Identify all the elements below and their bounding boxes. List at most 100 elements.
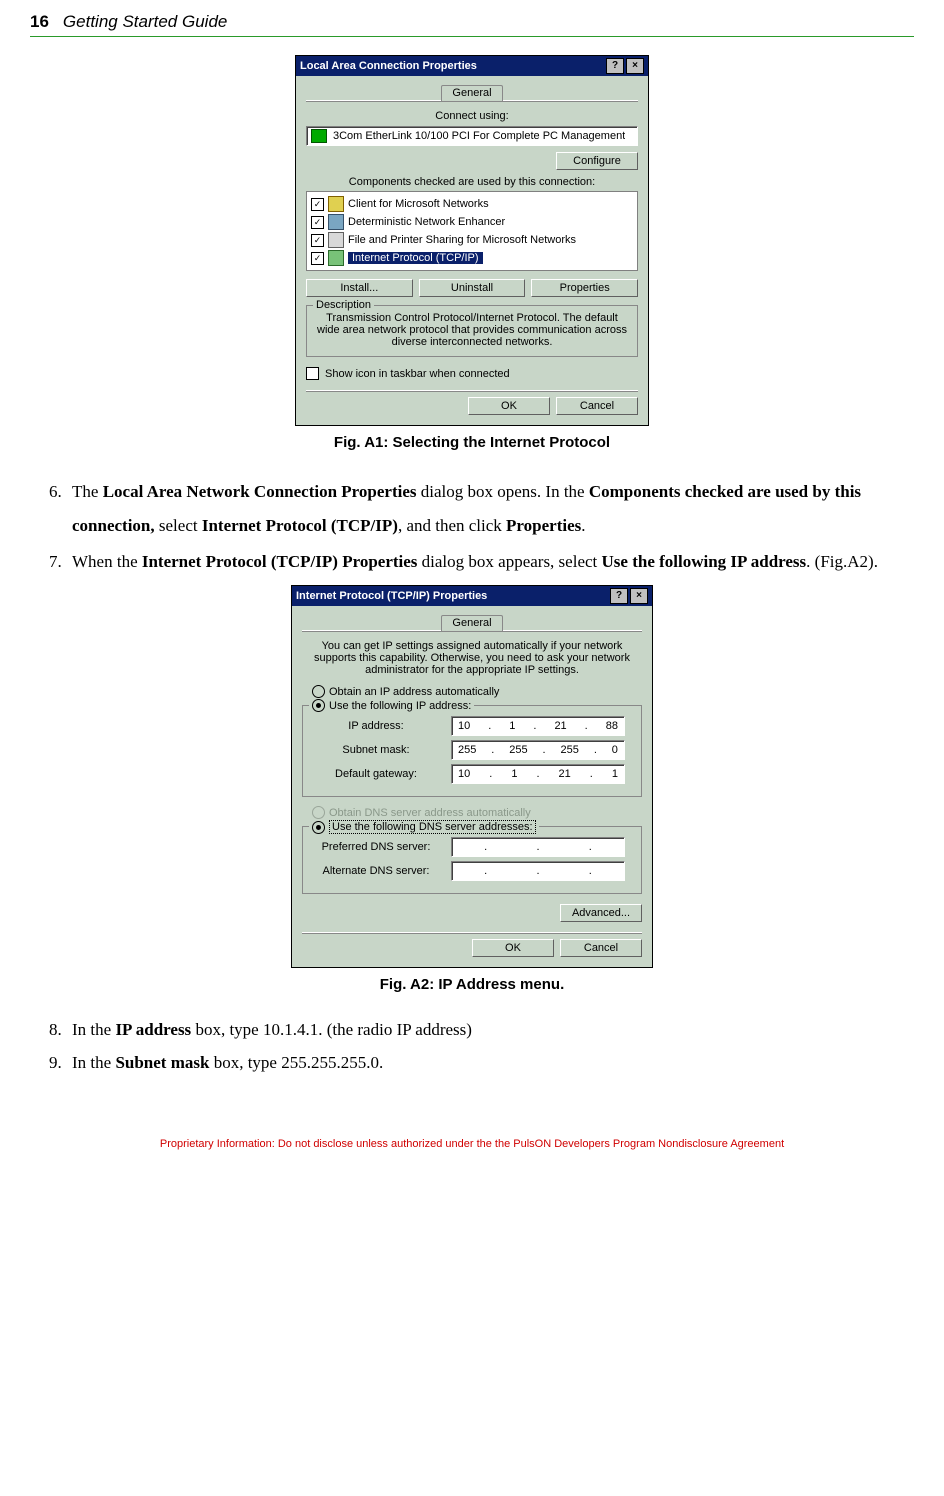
figure-a2-caption: Fig. A2: IP Address menu. (30, 976, 914, 993)
text: In the (72, 1053, 115, 1072)
text: box, type 255.255.255.0. (209, 1053, 383, 1072)
header-rule (30, 36, 914, 37)
description-fieldset: Description Transmission Control Protoco… (306, 305, 638, 357)
text: dialog box opens. In the (417, 482, 589, 501)
install-button[interactable]: Install... (306, 279, 413, 297)
list-item-label: File and Printer Sharing for Microsoft N… (348, 234, 576, 246)
step-8: In the IP address box, type 10.1.4.1. (t… (66, 1015, 914, 1046)
figure-a1-caption: Fig. A1: Selecting the Internet Protocol (30, 434, 914, 451)
help-button[interactable]: ? (606, 58, 624, 74)
close-button[interactable]: × (630, 588, 648, 604)
footer-proprietary-notice: Proprietary Information: Do not disclose… (30, 1138, 914, 1150)
tcpip-icon (328, 250, 344, 266)
text-bold: Properties (506, 516, 581, 535)
components-label: Components checked are used by this conn… (306, 176, 638, 188)
instruction-list: In the IP address box, type 10.1.4.1. (t… (30, 1015, 914, 1078)
text: When the (72, 552, 142, 571)
ip-address-label: IP address: (311, 720, 441, 732)
preferred-dns-label: Preferred DNS server: (311, 841, 441, 853)
alternate-dns-label: Alternate DNS server: (311, 865, 441, 877)
page-header: 16 Getting Started Guide (30, 12, 914, 32)
ok-button[interactable]: OK (468, 397, 550, 415)
dialog-title: Internet Protocol (TCP/IP) Properties (296, 590, 487, 602)
figure-a2-container: Internet Protocol (TCP/IP) Properties ? … (30, 585, 914, 993)
radio-obtain-auto[interactable] (312, 685, 325, 698)
text: dialog box appears, select (417, 552, 601, 571)
checkbox-icon[interactable]: ✓ (311, 234, 324, 247)
tcpip-properties-dialog: Internet Protocol (TCP/IP) Properties ? … (291, 585, 653, 968)
checkbox-icon[interactable]: ✓ (311, 216, 324, 229)
advanced-button[interactable]: Advanced... (560, 904, 642, 922)
text-bold: Internet Protocol (TCP/IP) (202, 516, 398, 535)
checkbox-icon[interactable]: ✓ (311, 198, 324, 211)
radio-obtain-dns-auto (312, 806, 325, 819)
page: 16 Getting Started Guide Local Area Conn… (0, 0, 944, 1190)
alternate-dns-input[interactable]: . . . (451, 861, 625, 881)
network-client-icon (328, 196, 344, 212)
octet: 255 (509, 744, 527, 756)
step-9: In the Subnet mask box, type 255.255.255… (66, 1048, 914, 1079)
dialog-titlebar: Local Area Connection Properties ? × (296, 56, 648, 76)
octet: 255 (458, 744, 476, 756)
help-button[interactable]: ? (610, 588, 628, 604)
list-item[interactable]: ✓ Internet Protocol (TCP/IP) (311, 249, 633, 267)
nic-name: 3Com EtherLink 10/100 PCI For Complete P… (333, 130, 625, 142)
text: . (581, 516, 585, 535)
preferred-dns-input[interactable]: . . . (451, 837, 625, 857)
dialog-titlebar: Internet Protocol (TCP/IP) Properties ? … (292, 586, 652, 606)
cancel-button[interactable]: Cancel (556, 397, 638, 415)
step-6: The Local Area Network Connection Proper… (66, 475, 914, 543)
lan-properties-dialog: Local Area Connection Properties ? × Gen… (295, 55, 649, 426)
list-item[interactable]: ✓ Deterministic Network Enhancer (311, 213, 633, 231)
radio-label: Use the following IP address: (329, 700, 471, 712)
properties-button[interactable]: Properties (531, 279, 638, 297)
radio-label: Obtain DNS server address automatically (329, 807, 531, 819)
default-gateway-input[interactable]: 10. 1. 21. 1 (451, 764, 625, 784)
connect-using-label: Connect using: (306, 110, 638, 122)
radio-use-following-dns[interactable] (312, 821, 325, 834)
show-icon-checkbox[interactable] (306, 367, 319, 380)
octet: 1 (612, 768, 618, 780)
radio-label: Obtain an IP address automatically (329, 686, 499, 698)
text: box, type 10.1.4.1. (the radio IP addres… (191, 1020, 472, 1039)
ok-button[interactable]: OK (472, 939, 554, 957)
octet: 10 (458, 768, 470, 780)
configure-button[interactable]: Configure (556, 152, 638, 170)
ip-address-input[interactable]: 10. 1. 21. 88 (451, 716, 625, 736)
radio-label: Use the following DNS server addresses: (329, 820, 536, 834)
tab-general[interactable]: General (441, 85, 502, 101)
dialog-title: Local Area Connection Properties (300, 60, 477, 72)
text: . (Fig.A2). (806, 552, 878, 571)
radio-use-following-ip[interactable] (312, 699, 325, 712)
octet: 21 (559, 768, 571, 780)
subnet-mask-input[interactable]: 255. 255. 255. 0 (451, 740, 625, 760)
list-item[interactable]: ✓ File and Printer Sharing for Microsoft… (311, 231, 633, 249)
list-item-label: Internet Protocol (TCP/IP) (348, 252, 483, 264)
checkbox-icon[interactable]: ✓ (311, 252, 324, 265)
step-7: When the Internet Protocol (TCP/IP) Prop… (66, 545, 914, 579)
octet: 10 (458, 720, 470, 732)
text-bold: Subnet mask (115, 1053, 209, 1072)
octet: 0 (612, 744, 618, 756)
description-text: Transmission Control Protocol/Internet P… (315, 312, 629, 348)
components-listbox[interactable]: ✓ Client for Microsoft Networks ✓ Determ… (306, 191, 638, 271)
text-bold: IP address (115, 1020, 191, 1039)
text-bold: Internet Protocol (TCP/IP) Properties (142, 552, 418, 571)
text-bold: Local Area Network Connection Properties (103, 482, 417, 501)
file-printer-sharing-icon (328, 232, 344, 248)
default-gateway-label: Default gateway: (311, 768, 441, 780)
text-bold: Use the following IP address (602, 552, 807, 571)
tab-general[interactable]: General (441, 615, 502, 631)
uninstall-button[interactable]: Uninstall (419, 279, 526, 297)
subnet-mask-label: Subnet mask: (311, 744, 441, 756)
cancel-button[interactable]: Cancel (560, 939, 642, 957)
nic-field: 3Com EtherLink 10/100 PCI For Complete P… (306, 126, 638, 146)
octet: 1 (511, 768, 517, 780)
close-button[interactable]: × (626, 58, 644, 74)
text: select (155, 516, 202, 535)
text: In the (72, 1020, 115, 1039)
list-item[interactable]: ✓ Client for Microsoft Networks (311, 195, 633, 213)
document-title: Getting Started Guide (63, 12, 227, 32)
octet: 255 (561, 744, 579, 756)
text: The (72, 482, 103, 501)
